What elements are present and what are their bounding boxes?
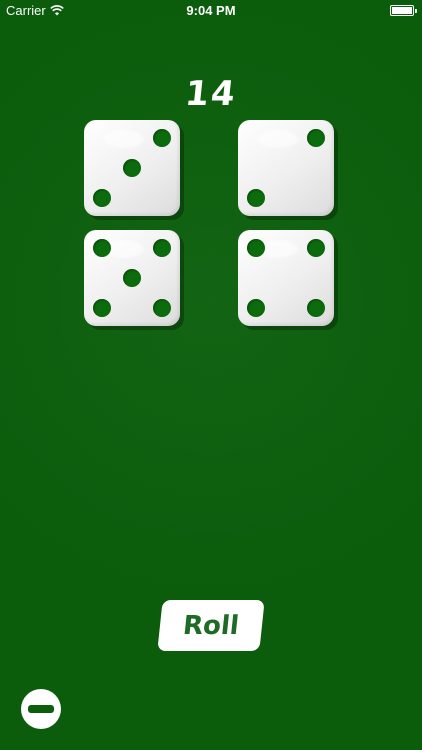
status-time: 9:04 PM — [186, 3, 236, 18]
minus-icon — [28, 705, 54, 713]
die-pip — [307, 299, 325, 317]
die-pip — [123, 159, 141, 177]
die-pip — [93, 189, 111, 207]
die-pip — [307, 239, 325, 257]
battery-level — [392, 7, 412, 14]
die-4[interactable] — [238, 230, 334, 326]
die-pip — [93, 239, 111, 257]
die-1[interactable] — [84, 120, 180, 216]
die-pip — [153, 129, 171, 147]
die-pip — [93, 299, 111, 317]
die-pip — [153, 239, 171, 257]
die-pip — [247, 299, 265, 317]
die-shine — [258, 130, 298, 148]
die-3[interactable] — [84, 230, 180, 326]
die-2[interactable] — [238, 120, 334, 216]
die-pip — [307, 129, 325, 147]
die-pip — [247, 189, 265, 207]
roll-button[interactable]: Roll — [157, 600, 265, 651]
die-shine — [104, 130, 144, 148]
battery-icon — [390, 5, 417, 16]
die-pip — [247, 239, 265, 257]
remove-die-button[interactable] — [21, 689, 61, 729]
die-pip — [153, 299, 171, 317]
die-pip — [123, 269, 141, 287]
status-bar: Carrier 9:04 PM — [0, 0, 422, 22]
dice-total: 14 — [183, 74, 239, 114]
